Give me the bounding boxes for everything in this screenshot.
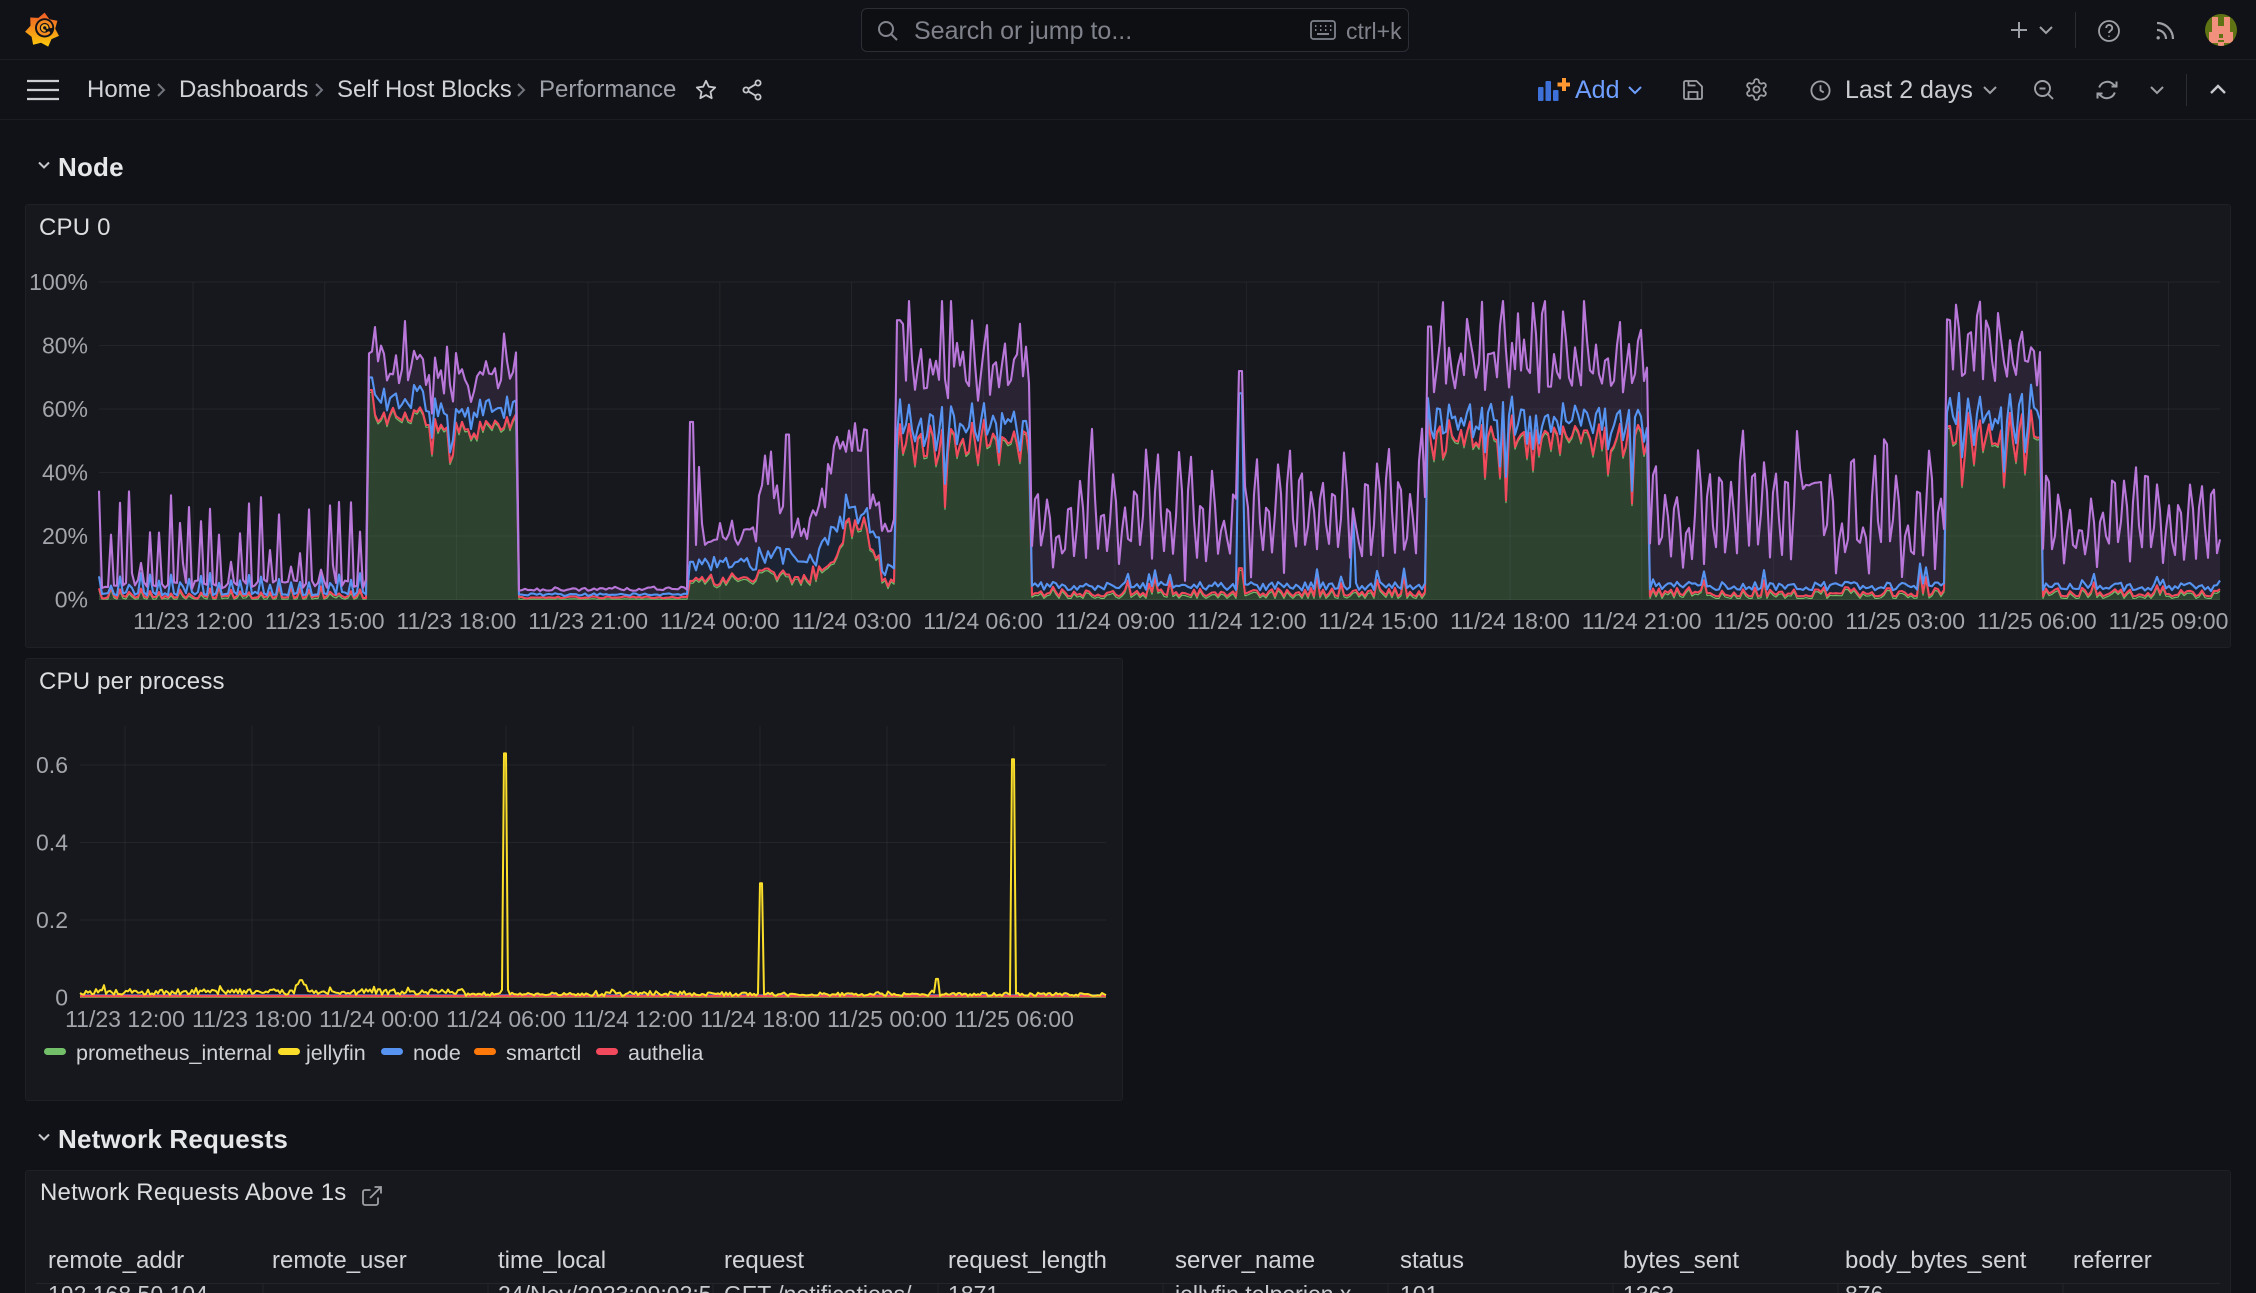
- svg-text:11/25 09:00: 11/25 09:00: [2109, 608, 2229, 634]
- svg-text:GET /notifications/: GET /notifications/: [724, 1281, 912, 1293]
- svg-text:11/24 03:00: 11/24 03:00: [792, 608, 912, 634]
- svg-text:11/23 15:00: 11/23 15:00: [265, 608, 385, 634]
- svg-text:11/24 21:00: 11/24 21:00: [1582, 608, 1702, 634]
- svg-text:60%: 60%: [42, 396, 88, 422]
- svg-text:body_bytes_sent: body_bytes_sent: [1845, 1247, 2027, 1274]
- svg-text:876: 876: [1845, 1281, 1883, 1293]
- svg-text:11/24 15:00: 11/24 15:00: [1318, 608, 1438, 634]
- svg-text:11/24 00:00: 11/24 00:00: [660, 608, 780, 634]
- svg-text:80%: 80%: [42, 333, 88, 359]
- svg-text:11/24 18:00: 11/24 18:00: [1450, 608, 1570, 634]
- svg-text:time_local: time_local: [498, 1247, 606, 1274]
- svg-text:11/23 21:00: 11/23 21:00: [528, 608, 648, 634]
- svg-text:11/23 12:00: 11/23 12:00: [133, 608, 253, 634]
- svg-text:request_length: request_length: [948, 1247, 1107, 1274]
- svg-text:server_name: server_name: [1175, 1247, 1315, 1274]
- svg-text:192.168.50.104: 192.168.50.104: [48, 1281, 208, 1293]
- svg-text:11/23 18:00: 11/23 18:00: [397, 608, 517, 634]
- svg-text:0%: 0%: [55, 587, 88, 613]
- svg-text:prometheus_internal: prometheus_internal: [76, 1041, 272, 1065]
- svg-text:11/25 06:00: 11/25 06:00: [954, 1006, 1074, 1032]
- svg-text:status: status: [1400, 1247, 1464, 1274]
- svg-text:11/23 18:00: 11/23 18:00: [192, 1006, 312, 1032]
- svg-text:11/24 12:00: 11/24 12:00: [573, 1006, 693, 1032]
- svg-text:11/23 12:00: 11/23 12:00: [65, 1006, 185, 1032]
- svg-text:11/25 00:00: 11/25 00:00: [827, 1006, 947, 1032]
- svg-text:0.4: 0.4: [36, 830, 68, 856]
- svg-text:24/Nov/2023:09:02:5: 24/Nov/2023:09:02:5: [498, 1281, 712, 1293]
- svg-text:40%: 40%: [42, 460, 88, 486]
- svg-text:0.6: 0.6: [36, 752, 68, 778]
- svg-text:11/24 06:00: 11/24 06:00: [446, 1006, 566, 1032]
- svg-text:11/24 09:00: 11/24 09:00: [1055, 608, 1175, 634]
- svg-text:referrer: referrer: [2073, 1247, 2152, 1274]
- svg-text:1871: 1871: [948, 1281, 999, 1293]
- svg-text:11/25 06:00: 11/25 06:00: [1977, 608, 2097, 634]
- svg-text:bytes_sent: bytes_sent: [1623, 1247, 1739, 1274]
- svg-text:100%: 100%: [29, 269, 88, 295]
- svg-text:remote_addr: remote_addr: [48, 1247, 184, 1274]
- svg-text:0.2: 0.2: [36, 907, 68, 933]
- svg-text:101: 101: [1400, 1281, 1438, 1293]
- svg-text:11/24 06:00: 11/24 06:00: [923, 608, 1043, 634]
- svg-text:request: request: [724, 1247, 804, 1274]
- svg-text:jellyfin: jellyfin: [305, 1041, 366, 1065]
- svg-text:node: node: [413, 1041, 461, 1065]
- svg-text:20%: 20%: [42, 523, 88, 549]
- svg-text:11/25 03:00: 11/25 03:00: [1845, 608, 1965, 634]
- svg-text:jellyfin.telperion.x: jellyfin.telperion.x: [1174, 1281, 1352, 1293]
- svg-text:remote_user: remote_user: [272, 1247, 407, 1274]
- svg-text:authelia: authelia: [628, 1041, 703, 1065]
- svg-text:11/25 00:00: 11/25 00:00: [1714, 608, 1834, 634]
- svg-text:smartctl: smartctl: [506, 1041, 581, 1065]
- svg-text:11/24 12:00: 11/24 12:00: [1187, 608, 1307, 634]
- svg-text:1363: 1363: [1623, 1281, 1674, 1293]
- svg-text:11/24 00:00: 11/24 00:00: [319, 1006, 439, 1032]
- svg-text:11/24 18:00: 11/24 18:00: [700, 1006, 820, 1032]
